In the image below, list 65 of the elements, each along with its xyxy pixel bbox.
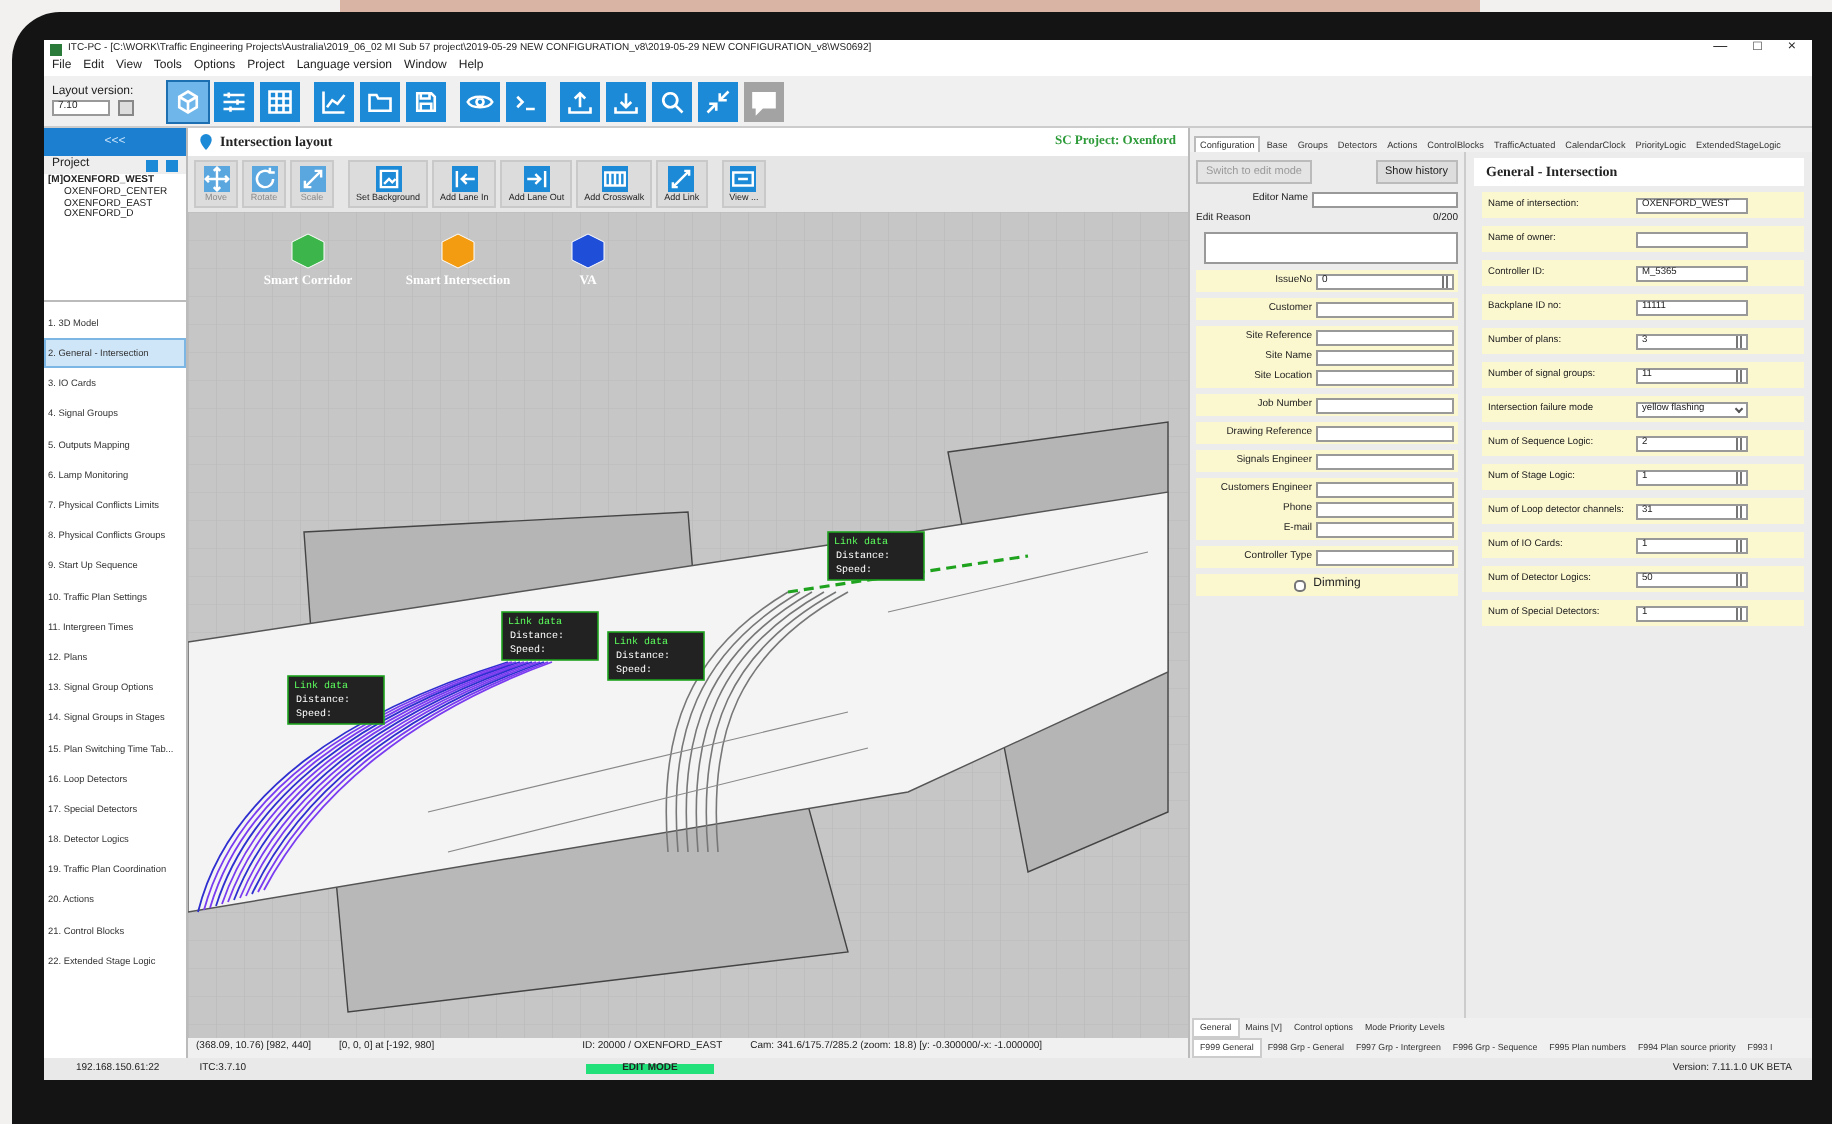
save-icon — [411, 87, 440, 115]
terminal-button[interactable] — [505, 81, 546, 121]
text-area[interactable] — [1204, 232, 1458, 265]
spin-arrows-icon — [1736, 437, 1742, 450]
spin-arrows-icon — [1736, 369, 1742, 382]
cube-icon — [173, 87, 202, 115]
spin-arrows-icon — [1736, 505, 1742, 518]
input-field[interactable] — [1316, 329, 1454, 346]
spin-arrows-icon — [1736, 539, 1742, 552]
download-button[interactable] — [605, 81, 646, 121]
link-icon — [668, 165, 695, 192]
save-button[interactable] — [405, 81, 446, 121]
link-data-panel[interactable] — [287, 675, 385, 725]
cube-icon[interactable] — [571, 233, 605, 269]
image-icon — [375, 165, 402, 192]
table-icon — [265, 87, 294, 115]
spin-arrows-icon — [1736, 471, 1742, 484]
crosswalk-icon — [601, 165, 628, 192]
download-icon — [611, 87, 640, 115]
eye-button[interactable] — [459, 81, 500, 121]
sliders-icon — [219, 87, 248, 115]
lane-out-icon — [523, 165, 550, 192]
input-field[interactable] — [1316, 453, 1454, 470]
view-icon — [730, 165, 757, 192]
spin-arrows-icon — [1736, 607, 1742, 620]
link-data-panel[interactable] — [501, 611, 599, 661]
input-field[interactable] — [1316, 481, 1454, 498]
input-field[interactable] — [1316, 521, 1454, 538]
cube-button[interactable] — [167, 81, 208, 121]
folder-button[interactable] — [359, 81, 400, 121]
checkbox[interactable] — [1293, 579, 1306, 592]
small-button[interactable] — [117, 99, 134, 116]
chart-icon — [319, 87, 348, 115]
lane-in-icon — [451, 165, 478, 192]
collapse-icon — [703, 87, 732, 115]
resize-icon — [299, 165, 325, 192]
upload-icon — [565, 87, 594, 115]
input-field[interactable] — [1316, 501, 1454, 518]
cube-icon[interactable] — [291, 233, 325, 269]
speech-bubble-icon — [749, 87, 778, 115]
rotate-icon — [251, 165, 277, 192]
spin-arrows-icon — [1442, 275, 1448, 288]
input-field[interactable] — [1316, 349, 1454, 366]
link-data-panel[interactable] — [607, 631, 705, 681]
map-pin-icon — [200, 133, 212, 150]
move-icon — [203, 165, 229, 192]
spin-arrows-icon — [1736, 335, 1742, 348]
input-field[interactable] — [1316, 549, 1454, 566]
input-field[interactable] — [1316, 425, 1454, 442]
input-field[interactable] — [1316, 301, 1454, 318]
search-button[interactable] — [651, 81, 692, 121]
spin-arrows-icon — [1736, 573, 1742, 586]
search-icon — [657, 87, 686, 115]
input-field[interactable] — [1316, 369, 1454, 386]
input-field[interactable] — [1636, 231, 1748, 248]
chevron-down-icon — [1734, 404, 1744, 414]
app-icon — [50, 43, 62, 55]
link-data-panel[interactable] — [827, 531, 925, 581]
input-field[interactable] — [1316, 397, 1454, 414]
chart-button[interactable] — [313, 81, 354, 121]
input-field[interactable] — [1312, 191, 1458, 208]
upload-button[interactable] — [559, 81, 600, 121]
table-button[interactable] — [259, 81, 300, 121]
collapse-button[interactable] — [697, 81, 738, 121]
sliders-button[interactable] — [213, 81, 254, 121]
